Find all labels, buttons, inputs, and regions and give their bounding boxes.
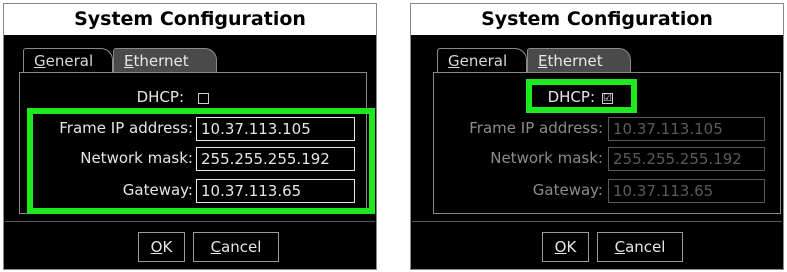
system-configuration-dialog-dhcp: System Configuration General Ethernet DH… — [410, 3, 784, 270]
tab-ethernet[interactable]: Ethernet — [527, 48, 631, 73]
dialog-title: System Configuration — [411, 4, 783, 36]
gateway-input: 10.37.113.65 — [608, 179, 765, 203]
cancel-mnemonic: C — [210, 238, 222, 256]
tab-general[interactable]: General — [437, 48, 527, 73]
ok-label: K — [162, 238, 173, 256]
button-separator — [5, 221, 375, 222]
system-configuration-dialog: System Configuration General Ethernet DH… — [3, 3, 377, 270]
frame-ip-input: 10.37.113.105 — [608, 117, 765, 141]
tab-general-label: eneral — [459, 52, 508, 70]
ok-button[interactable]: OK — [138, 232, 185, 262]
network-mask-label: Network mask: — [490, 149, 603, 167]
highlight-box-dhcp — [526, 79, 637, 113]
cancel-button[interactable]: Cancel — [193, 232, 279, 262]
ok-mnemonic: O — [150, 238, 163, 256]
tab-general-mnemonic: G — [448, 52, 460, 70]
ok-label: K — [566, 238, 577, 256]
gateway-label: Gateway: — [532, 181, 603, 199]
button-separator — [412, 221, 782, 222]
dhcp-checkbox[interactable] — [198, 93, 209, 104]
ok-button[interactable]: OK — [542, 232, 589, 262]
cancel-mnemonic: C — [614, 238, 626, 256]
cancel-label: ancel — [221, 238, 262, 256]
cancel-label: ancel — [625, 238, 666, 256]
tab-ethernet-label: thernet — [547, 52, 603, 70]
ok-mnemonic: O — [554, 238, 567, 256]
tab-ethernet-label: thernet — [133, 52, 189, 70]
network-mask-input: 255.255.255.192 — [608, 147, 765, 171]
dialog-title: System Configuration — [4, 4, 376, 36]
tab-general[interactable]: General — [23, 48, 113, 73]
cancel-button[interactable]: Cancel — [597, 232, 683, 262]
tab-general-mnemonic: G — [34, 52, 46, 70]
highlight-box-ip-fields — [27, 108, 375, 214]
tab-ethernet[interactable]: Ethernet — [113, 48, 217, 73]
dhcp-label: DHCP: — [136, 88, 184, 106]
tab-general-label: eneral — [45, 52, 94, 70]
frame-ip-label: Frame IP address: — [469, 119, 603, 137]
